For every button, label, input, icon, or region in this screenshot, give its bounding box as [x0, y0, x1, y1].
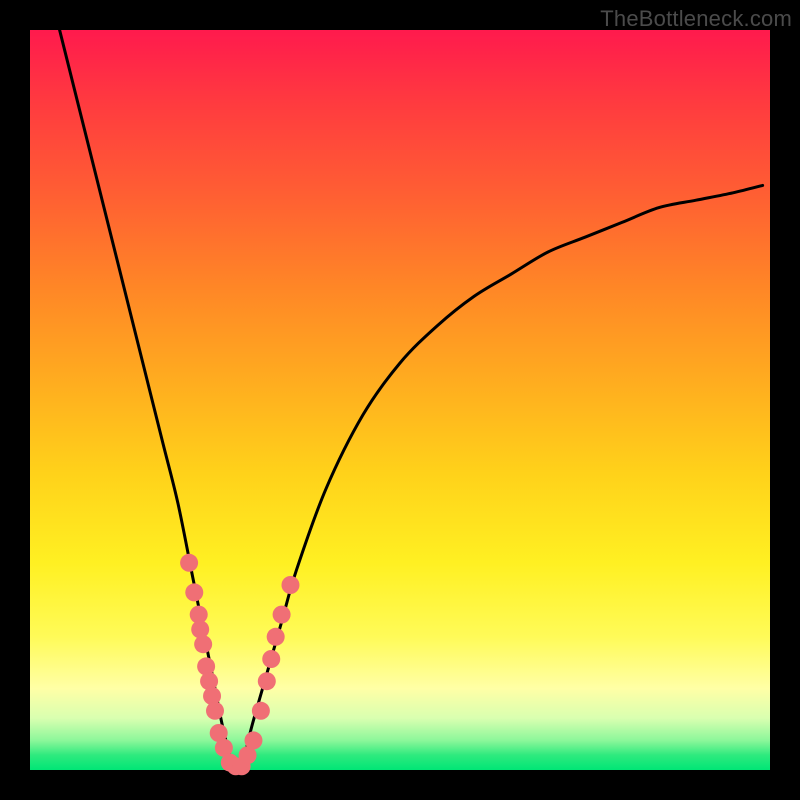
data-point	[273, 606, 291, 624]
bottleneck-curve	[60, 30, 763, 770]
chart-frame: TheBottleneck.com	[0, 0, 800, 800]
data-point	[203, 687, 221, 705]
chart-svg	[30, 30, 770, 770]
data-point	[200, 672, 218, 690]
data-point	[197, 657, 215, 675]
data-point	[244, 731, 262, 749]
data-point-markers	[180, 554, 299, 776]
data-point	[194, 635, 212, 653]
data-point	[191, 620, 209, 638]
data-point	[262, 650, 280, 668]
data-point	[185, 583, 203, 601]
data-point	[180, 554, 198, 572]
watermark-text: TheBottleneck.com	[600, 6, 792, 32]
data-point	[258, 672, 276, 690]
data-point	[281, 576, 299, 594]
data-point	[252, 702, 270, 720]
plot-area	[30, 30, 770, 770]
data-point	[267, 628, 285, 646]
data-point	[206, 702, 224, 720]
